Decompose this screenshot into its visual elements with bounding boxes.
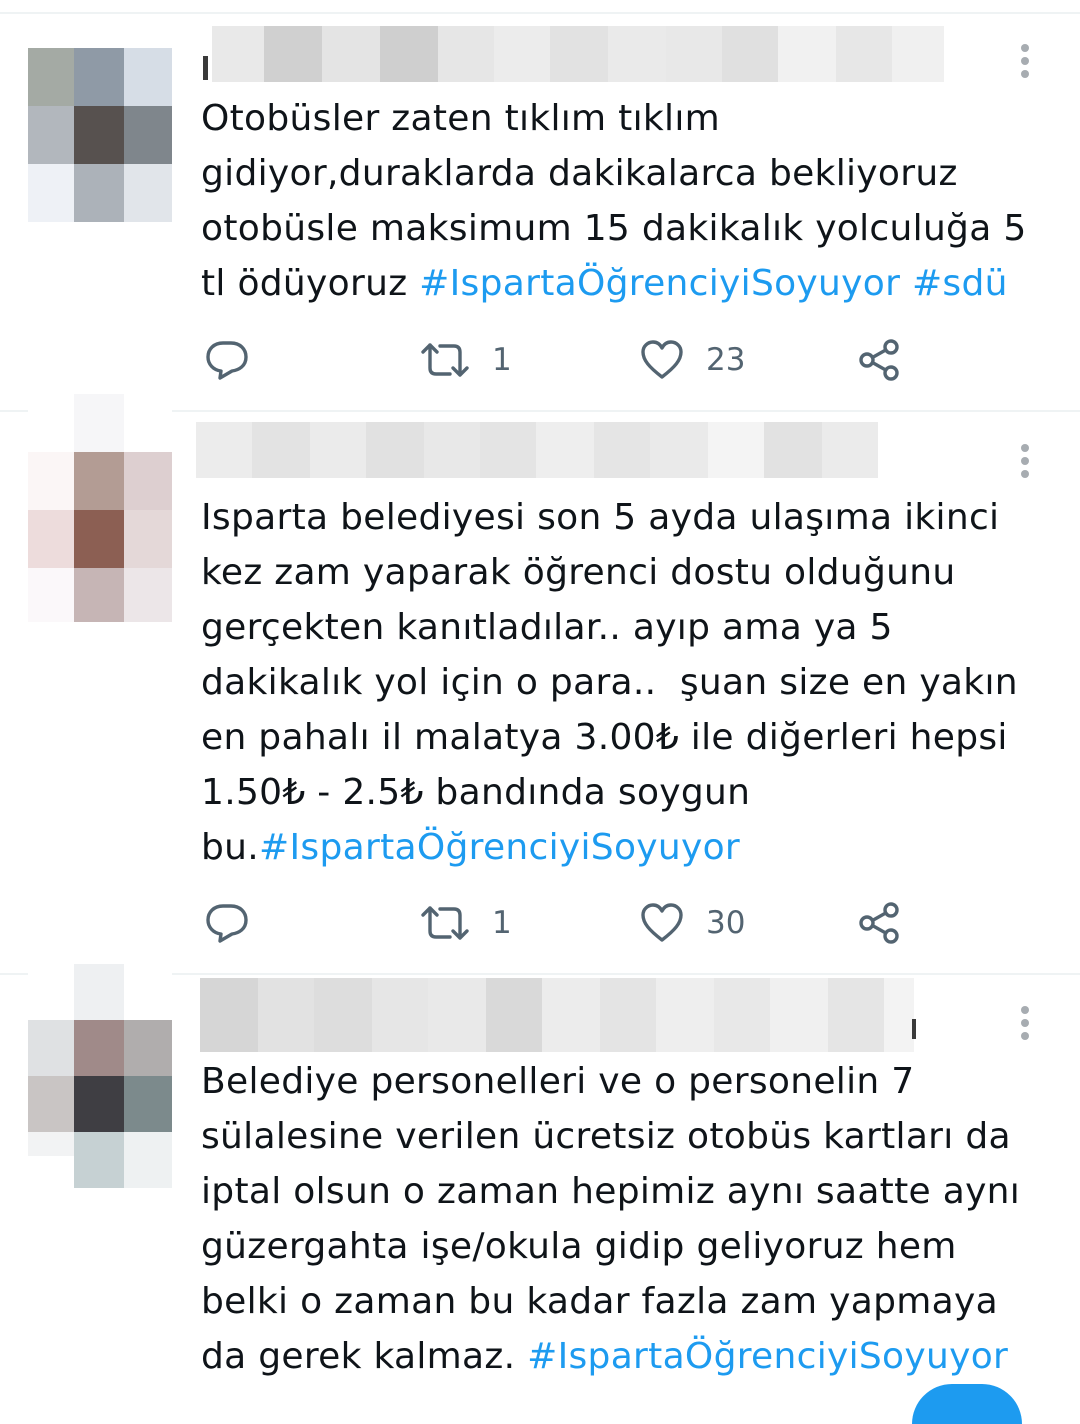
retweet-button[interactable]: 1 — [420, 897, 512, 949]
avatar[interactable] — [28, 964, 174, 1188]
like-button[interactable]: 23 — [640, 334, 745, 386]
avatar[interactable] — [28, 48, 174, 226]
tweet-text-line: Belediye personelleri ve o personelin 7 — [201, 1061, 915, 1102]
user-name-blurred[interactable] — [212, 26, 944, 82]
reply-button[interactable] — [204, 897, 250, 949]
tweet-actions: 1 30 — [0, 897, 1080, 949]
tweet-text-line: Otobüsler zaten tıklım tıklım — [201, 98, 720, 139]
hashtag-link[interactable]: #sdü — [912, 263, 1008, 304]
retweet-icon — [421, 343, 469, 377]
tweet-text: Isparta belediyesi son 5 ayda ulaşıma ik… — [201, 490, 1061, 875]
user-name-initial — [203, 56, 208, 80]
more-options-icon[interactable] — [1010, 44, 1040, 78]
tweet-divider — [0, 12, 1080, 14]
user-name-blurred[interactable] — [196, 422, 878, 478]
retweet-icon — [421, 906, 469, 940]
share-icon — [859, 902, 899, 944]
tweet-text-line: belki o zaman bu kadar fazla zam yapmaya — [201, 1281, 998, 1322]
tweet-text-line: dakikalık yol için o para.. şuan size en… — [201, 662, 1018, 703]
tweet-text: Belediye personelleri ve o personelin 7 … — [201, 1054, 1061, 1384]
user-name-blurred[interactable] — [200, 978, 914, 1052]
heart-icon — [641, 340, 683, 379]
more-options-icon[interactable] — [1010, 1006, 1040, 1040]
like-count: 23 — [706, 342, 746, 378]
hashtag-link[interactable]: #IspartaÖğrenciyiSoyuyor — [419, 263, 900, 304]
tweet-text-line: da gerek kalmaz. #IspartaÖğrenciyiSoyuyo… — [201, 1336, 1009, 1377]
tweet-text-line: sülalesine verilen ücretsiz otobüs kartl… — [201, 1116, 1011, 1157]
share-icon — [859, 339, 899, 381]
hashtag-link[interactable]: #IspartaÖğrenciyiSoyuyor — [259, 827, 740, 868]
reply-icon — [206, 904, 248, 943]
user-name-final-char — [912, 1019, 916, 1039]
retweet-count: 1 — [492, 342, 512, 378]
compose-tweet-button[interactable] — [912, 1384, 1022, 1424]
tweet-text-line: tl ödüyoruz #IspartaÖğrenciyiSoyuyor #sd… — [201, 263, 1008, 304]
tweet-actions: 1 23 — [0, 334, 1080, 386]
tweet-text-line: iptal olsun o zaman hepimiz aynı saatte … — [201, 1171, 1021, 1212]
heart-icon — [641, 903, 683, 942]
tweet-text-line: gidiyor,duraklarda dakikalarca bekliyoru… — [201, 153, 958, 194]
share-button[interactable] — [858, 334, 902, 386]
tweet-text-line: otobüsle maksimum 15 dakikalık yolculuğa… — [201, 208, 1027, 249]
tweet-text: Otobüsler zaten tıklım tıklım gidiyor,du… — [201, 91, 1061, 311]
tweet-text-line: 1.50₺ - 2.5₺ bandında soygun — [201, 772, 751, 813]
tweet-text-line: Isparta belediyesi son 5 ayda ulaşıma ik… — [201, 497, 1000, 538]
tweet-text-line: gerçekten kanıtladılar.. ayıp ama ya 5 — [201, 607, 893, 648]
reply-icon — [206, 341, 248, 380]
reply-button[interactable] — [204, 334, 250, 386]
tweet-text-line: en pahalı il malatya 3.00₺ ile diğerleri… — [201, 717, 1008, 758]
tweet-text-line: güzergahta işe/okula gidip geliyoruz hem — [201, 1226, 957, 1267]
retweet-button[interactable]: 1 — [420, 334, 512, 386]
tweet-text-line: bu.#IspartaÖğrenciyiSoyuyor — [201, 827, 741, 868]
tweet-text-line: kez zam yaparak öğrenci dostu olduğunu — [201, 552, 956, 593]
avatar[interactable] — [28, 394, 174, 622]
like-button[interactable]: 30 — [640, 897, 745, 949]
retweet-count: 1 — [492, 905, 512, 941]
share-button[interactable] — [858, 897, 902, 949]
like-count: 30 — [706, 905, 746, 941]
more-options-icon[interactable] — [1010, 444, 1040, 478]
hashtag-link[interactable]: #IspartaÖğrenciyiSoyuyor — [527, 1336, 1008, 1377]
